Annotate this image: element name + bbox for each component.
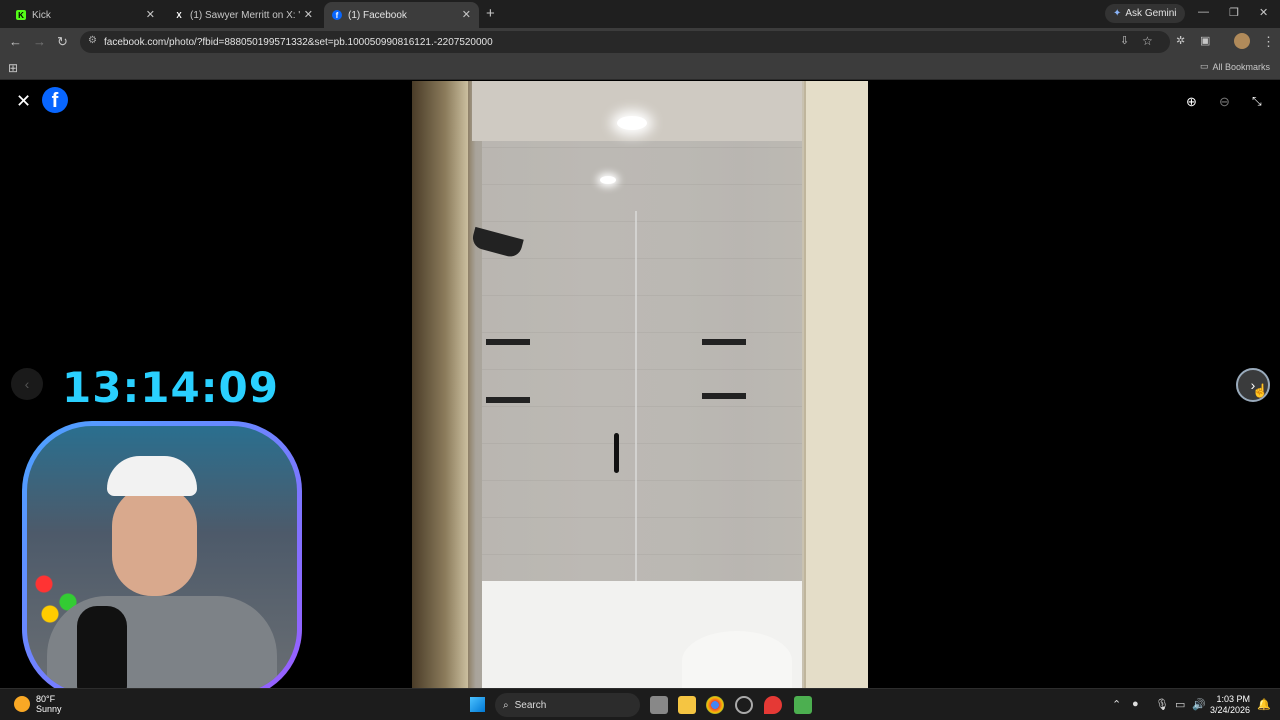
tab-sawyer-merritt[interactable]: X (1) Sawyer Merritt on X: "Holy m ✕ (166, 2, 321, 28)
stream-timer: 13:14:09 (62, 363, 279, 412)
restore-icon[interactable]: ❐ (1229, 6, 1239, 19)
extensions-icon[interactable]: ✲ (1176, 34, 1185, 47)
previous-photo-button[interactable]: ‹ (11, 368, 43, 400)
photo-door-handle (614, 433, 619, 473)
apps-grid-icon[interactable]: ⊞ (8, 61, 18, 75)
facebook-logo[interactable]: f (42, 87, 68, 113)
site-info-icon[interactable]: ⚙ (88, 35, 97, 46)
new-tab-button[interactable]: + (486, 5, 495, 22)
weather-temperature: 80°F (36, 694, 56, 704)
close-tab-icon[interactable]: ✕ (146, 8, 155, 21)
chrome-icon[interactable] (706, 696, 724, 714)
notification-icon[interactable]: 🔔 (1257, 698, 1271, 711)
nvidia-icon[interactable] (794, 696, 812, 714)
forward-icon[interactable]: → (33, 34, 46, 49)
profile-avatar[interactable] (1234, 33, 1250, 49)
task-view-icon[interactable] (650, 696, 668, 714)
photo-ceiling (472, 81, 802, 141)
folder-icon: ▭ (1199, 61, 1209, 71)
sun-icon (14, 696, 30, 712)
kick-icon: K (16, 10, 26, 20)
side-panel-icon[interactable]: ▣ (1200, 34, 1210, 47)
tab-strip: K Kick ✕ X (1) Sawyer Merritt on X: "Hol… (0, 0, 1280, 28)
start-button[interactable] (470, 697, 485, 712)
photo-tile-wall (482, 141, 802, 591)
tab-facebook[interactable]: f (1) Facebook ✕ (324, 2, 479, 28)
hand-cursor-icon: ☝ (1252, 383, 1269, 398)
close-tab-icon[interactable]: ✕ (304, 8, 313, 21)
shower-photo (412, 81, 868, 688)
windows-taskbar: 80°F Sunny ⌕ Search ⌃ ● 🎙 ▭ 🔊 1:03 PM 3/… (0, 688, 1280, 720)
address-bar[interactable]: ⚙ facebook.com/photo/?fbid=8880501995713… (80, 31, 1170, 53)
zoom-in-icon[interactable]: ⊕ (1186, 94, 1197, 110)
clock-date: 3/24/2026 (1210, 705, 1251, 715)
streamer-face (112, 486, 197, 596)
obs-icon[interactable] (735, 696, 753, 714)
photo-toilet (682, 631, 792, 688)
photo-cabinet (804, 81, 868, 688)
tab-label: Kick (32, 9, 51, 21)
photo-ceiling-light (600, 176, 616, 184)
streamer-cap (107, 456, 197, 496)
photo-door-frame (412, 81, 468, 688)
microphone-icon[interactable]: 🎙 (1155, 698, 1169, 711)
close-tab-icon[interactable]: ✕ (462, 8, 471, 21)
bookmarks-bar: ⊞ ▭ All Bookmarks (0, 56, 1280, 80)
tab-label: (1) Facebook (348, 9, 407, 21)
photo-ceiling-light (617, 116, 647, 130)
photo-shelf (486, 339, 530, 345)
minimize-icon[interactable]: — (1198, 6, 1209, 18)
reload-icon[interactable]: ↻ (57, 34, 68, 50)
microphone (77, 606, 127, 694)
facebook-icon: f (332, 10, 342, 20)
search-placeholder: Search (514, 699, 547, 711)
close-viewer-button[interactable]: ✕ (16, 91, 31, 112)
weather-condition: Sunny (36, 704, 62, 714)
zoom-out-icon[interactable]: ⊖ (1219, 94, 1230, 110)
url-text: facebook.com/photo/?fbid=888050199571332… (104, 36, 493, 48)
menu-icon[interactable]: ⋮ (1262, 34, 1275, 50)
gemini-icon: ✦ (1113, 8, 1122, 19)
photo-viewer: ✕ f ⊕ ⊖ ⤡ ‹ › ☝ 13:14:09 (0, 81, 1280, 699)
webcam-overlay (22, 421, 302, 699)
photo-shelf (702, 393, 746, 399)
tray-overflow-icon[interactable]: ⌃ (1112, 698, 1121, 711)
photo-shelf (702, 339, 746, 345)
clock-time: 1:03 PM (1216, 694, 1251, 704)
tray-app-icon[interactable]: ● (1132, 698, 1139, 710)
tab-label: (1) Sawyer Merritt on X: "Holy m (190, 9, 300, 21)
all-bookmarks-label: All Bookmarks (1212, 61, 1270, 72)
volume-icon[interactable]: 🔊 (1192, 698, 1206, 711)
maps-pin-icon[interactable] (764, 696, 782, 714)
install-app-icon[interactable]: ⇩ (1120, 34, 1129, 47)
system-clock[interactable]: 1:03 PM 3/24/2026 (1210, 694, 1250, 716)
close-window-icon[interactable]: ✕ (1259, 6, 1268, 19)
back-icon[interactable]: ← (9, 34, 22, 49)
x-icon: X (176, 10, 182, 20)
ask-gemini-button[interactable]: ✦ Ask Gemini (1105, 4, 1185, 23)
search-icon: ⌕ (503, 699, 509, 711)
photo-shelf (486, 397, 530, 403)
file-explorer-icon[interactable] (678, 696, 696, 714)
bookmark-star-icon[interactable]: ☆ (1142, 34, 1153, 48)
taskbar-search[interactable]: ⌕ Search (495, 693, 640, 717)
browser-toolbar: ← → ↻ ⚙ facebook.com/photo/?fbid=8880501… (0, 28, 1280, 56)
weather-widget[interactable]: 80°F Sunny (14, 694, 62, 714)
tab-kick[interactable]: K Kick ✕ (8, 2, 163, 28)
all-bookmarks-button[interactable]: ▭ All Bookmarks (1200, 61, 1270, 72)
exit-fullscreen-icon[interactable]: ⤡ (1252, 94, 1262, 109)
ask-gemini-label: Ask Gemini (1125, 8, 1177, 19)
network-icon[interactable]: ▭ (1175, 698, 1185, 711)
